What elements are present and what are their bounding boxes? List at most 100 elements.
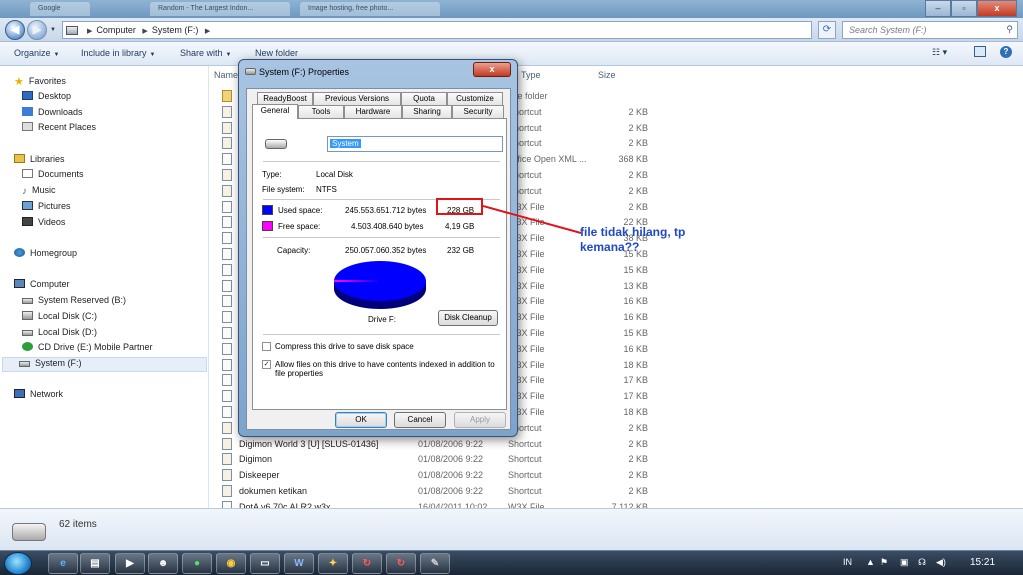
red-app-icon[interactable]: ↻ — [386, 553, 416, 574]
nav-videos[interactable]: Videos — [22, 217, 65, 232]
tab-quota[interactable]: Quota — [401, 92, 447, 105]
nav-libraries[interactable]: Libraries — [14, 154, 65, 169]
file-size: 368 KB — [618, 154, 648, 165]
capacity-bytes: 250.057.060.352 bytes — [345, 246, 427, 255]
show-hidden-icons[interactable]: ▲ — [866, 557, 875, 567]
file-row[interactable]: Digimon World 3 [U] [SLUS-01436] 01/08/20… — [222, 437, 662, 452]
red-app-icon[interactable]: ↻ — [352, 553, 382, 574]
device-icon[interactable]: ▣ — [900, 557, 909, 568]
nav-cd-drive-e[interactable]: CD Drive (E:) Mobile Partner — [22, 342, 153, 357]
file-icon — [222, 406, 232, 418]
nav-network[interactable]: Network — [14, 389, 63, 404]
drive-icon — [22, 330, 33, 336]
address-field[interactable]: ▶ Computer ▶ System (F:) ▶ — [62, 21, 812, 39]
nav-recent-places[interactable]: Recent Places — [22, 122, 96, 137]
include-in-library-button[interactable]: Include in library ▼ — [81, 48, 155, 58]
app-icon[interactable]: ✦ — [318, 553, 348, 574]
maximize-button[interactable]: ▫ — [951, 0, 977, 17]
nav-downloads[interactable]: Downloads — [22, 107, 83, 122]
chevron-right-icon[interactable]: ▶ — [142, 28, 147, 35]
nav-documents[interactable]: Documents — [22, 169, 84, 184]
explorer-icon[interactable]: ▤ — [80, 553, 110, 574]
start-button[interactable] — [4, 552, 32, 575]
internet-explorer-icon[interactable]: e — [48, 553, 78, 574]
nav-homegroup[interactable]: Homegroup — [14, 248, 77, 263]
tab-security[interactable]: Security — [452, 105, 504, 118]
nav-desktop[interactable]: Desktop — [22, 91, 71, 106]
recent-pages-icon[interactable]: ▼ — [50, 27, 56, 33]
homegroup-icon — [14, 248, 25, 257]
volume-icon[interactable]: ◀) — [936, 557, 946, 568]
file-icon — [222, 232, 232, 245]
organize-button[interactable]: Organize ▼ — [14, 48, 59, 58]
file-name: Digimon World 3 [U] [SLUS-01436] — [239, 438, 379, 449]
search-icon[interactable]: ⚲ — [1006, 24, 1013, 35]
free-space-swatch — [262, 221, 273, 231]
nav-computer[interactable]: Computer — [14, 279, 70, 294]
flag-icon[interactable]: ⚑ — [880, 557, 888, 568]
clock[interactable]: 15:21 — [970, 557, 995, 568]
search-input[interactable]: Search System (F:) ⚲ — [842, 21, 1018, 39]
file-row[interactable]: dokumen ketikan 01/08/2006 9:22 Shortcut 2 … — [222, 484, 662, 499]
window-icon[interactable]: ▭ — [250, 553, 280, 574]
nav-system-reserved[interactable]: System Reserved (B:) — [22, 295, 126, 310]
tab-general[interactable]: General — [252, 104, 298, 119]
nav-local-disk-c[interactable]: Local Disk (C:) — [22, 311, 97, 326]
tab-sharing[interactable]: Sharing — [402, 105, 452, 118]
file-size: 2 KB — [628, 422, 648, 433]
messenger-icon[interactable]: ☻ — [148, 553, 178, 574]
word-icon[interactable]: W — [284, 553, 314, 574]
file-icon — [222, 248, 232, 260]
capacity-gb: 232 GB — [447, 246, 475, 255]
column-name[interactable]: Name — [214, 70, 238, 88]
share-with-button[interactable]: Share with ▼ — [180, 48, 231, 58]
compress-checkbox[interactable] — [262, 342, 271, 351]
chevron-right-icon[interactable]: ▶ — [87, 28, 92, 35]
tab-customize[interactable]: Customize — [447, 92, 503, 105]
drive-name-field[interactable]: System — [327, 136, 503, 152]
ok-button[interactable]: OK — [335, 412, 387, 428]
column-size[interactable]: Size — [598, 70, 616, 88]
media-player-icon[interactable]: ▶ — [115, 553, 145, 574]
tab-hardware[interactable]: Hardware — [344, 105, 402, 118]
file-date: 01/08/2006 9:22 — [418, 486, 484, 496]
green-app-icon[interactable]: ● — [182, 553, 212, 574]
nav-favorites[interactable]: ★ Favorites — [14, 75, 66, 90]
file-name: Diskeeper — [239, 470, 280, 481]
file-row[interactable]: Diskeeper 01/08/2006 9:22 Shortcut 2 KB — [222, 468, 662, 483]
nav-local-disk-d[interactable]: Local Disk (D:) — [22, 327, 97, 342]
minimize-button[interactable]: – — [925, 0, 951, 17]
preview-pane-icon[interactable] — [974, 46, 986, 57]
apply-button[interactable]: Apply — [454, 412, 506, 428]
refresh-icon[interactable]: ⟳ — [818, 21, 836, 39]
chevron-right-icon[interactable]: ▶ — [205, 28, 210, 35]
tool-icon[interactable]: ✎ — [420, 553, 450, 574]
language-indicator[interactable]: IN — [843, 557, 852, 567]
forward-button[interactable]: ▶ — [27, 20, 47, 40]
close-button[interactable]: x — [977, 0, 1017, 17]
back-button[interactable]: ◀ — [5, 20, 25, 40]
file-row[interactable]: Digimon 01/08/2006 9:22 Shortcut 2 KB — [222, 452, 662, 467]
index-checkbox[interactable]: ✓ — [262, 360, 271, 369]
chrome-icon[interactable]: ◉ — [216, 553, 246, 574]
help-icon[interactable]: ? — [1000, 46, 1012, 58]
nav-system-f[interactable]: System (F:) — [2, 357, 207, 372]
breadcrumb-system-f[interactable]: System (F:) — [152, 25, 199, 35]
music-icon: ♪ — [22, 186, 27, 197]
view-options-icon[interactable]: ☷ ▾ — [932, 47, 947, 58]
tab-previous-versions[interactable]: Previous Versions — [313, 92, 401, 105]
nav-music[interactable]: ♪ Music — [22, 185, 56, 200]
disk-cleanup-button[interactable]: Disk Cleanup — [438, 310, 498, 326]
cancel-button[interactable]: Cancel — [394, 412, 446, 428]
address-bar-row: ◀ ▶ ▼ ▶ Computer ▶ System (F:) ▶ ⟳ Search … — [0, 18, 1023, 42]
network-tray-icon[interactable]: ☊ — [918, 557, 926, 568]
annotation-note: file tidak hilang, tp kemana?? — [580, 225, 686, 254]
tab-tools[interactable]: Tools — [298, 105, 344, 118]
breadcrumb-computer[interactable]: Computer — [96, 25, 136, 35]
new-folder-button[interactable]: New folder — [255, 48, 298, 58]
nav-pictures[interactable]: Pictures — [22, 201, 71, 216]
file-size: 18 KB — [623, 359, 648, 370]
dialog-close-button[interactable]: x — [473, 62, 511, 77]
column-type[interactable]: Type — [521, 70, 541, 88]
used-space-bytes: 245.553.651.712 bytes — [345, 206, 427, 215]
